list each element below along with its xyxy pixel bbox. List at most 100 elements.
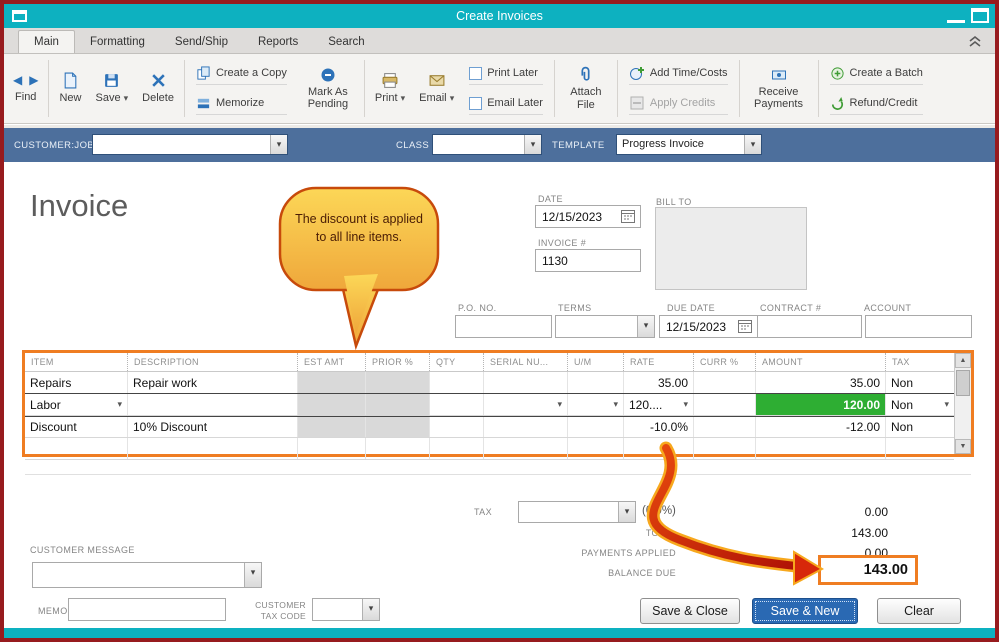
est-amt-cell[interactable] — [297, 438, 365, 459]
date-field[interactable]: 12/15/2023 — [535, 205, 641, 228]
prior-pct-cell[interactable] — [365, 416, 429, 437]
tab-formatting[interactable]: Formatting — [75, 31, 160, 53]
attach-file-button[interactable]: Attach File — [558, 54, 614, 123]
tax-cell[interactable] — [885, 438, 954, 459]
curr-pct-cell[interactable] — [693, 372, 755, 393]
prior-pct-cell[interactable] — [365, 394, 429, 415]
email-button[interactable]: Email ▾ — [412, 54, 461, 123]
minimize-button[interactable] — [947, 8, 965, 23]
class-field[interactable]: ▾ — [432, 134, 542, 155]
est-amt-cell[interactable] — [297, 372, 365, 393]
create-a-copy-button[interactable]: Create a Copy — [195, 63, 287, 85]
curr-pct-cell[interactable] — [693, 394, 755, 415]
amount-cell-highlighted[interactable]: 120.00 — [755, 394, 885, 415]
description-cell[interactable]: Repair work — [127, 372, 297, 393]
tax-cell[interactable]: Non — [885, 416, 954, 437]
terms-dropdown-caret[interactable]: ▾ — [637, 316, 654, 337]
qty-cell[interactable] — [429, 372, 483, 393]
scroll-down-icon[interactable]: ▼ — [955, 439, 971, 454]
tab-reports[interactable]: Reports — [243, 31, 313, 53]
amount-cell[interactable]: -12.00 — [755, 416, 885, 437]
memo-field[interactable] — [68, 598, 226, 621]
um-cell[interactable] — [567, 416, 623, 437]
terms-field[interactable]: ▾ — [555, 315, 655, 338]
est-amt-cell[interactable] — [297, 394, 365, 415]
tax-cell[interactable]: Non ▾ — [885, 394, 954, 415]
contract-field[interactable] — [757, 315, 862, 338]
template-field[interactable]: Progress Invoice ▾ — [616, 134, 762, 155]
rate-cell[interactable]: 35.00 — [623, 372, 693, 393]
customer-job-dropdown-caret[interactable]: ▾ — [270, 135, 287, 154]
email-later-checkbox[interactable] — [469, 96, 483, 110]
scrollbar-thumb[interactable] — [956, 370, 970, 396]
qty-cell[interactable] — [429, 416, 483, 437]
amount-cell[interactable] — [755, 438, 885, 459]
rate-dropdown-caret[interactable]: ▾ — [683, 399, 688, 410]
amount-cell[interactable]: 35.00 — [755, 372, 885, 393]
serial-cell[interactable] — [483, 416, 567, 437]
receive-payments-button[interactable]: Receive Payments — [743, 54, 815, 123]
bill-to-box[interactable] — [655, 207, 807, 290]
email-later-option[interactable]: Email Later — [469, 93, 543, 115]
rate-cell[interactable] — [623, 438, 693, 459]
curr-pct-cell[interactable] — [693, 416, 755, 437]
table-row-empty[interactable] — [25, 460, 971, 475]
description-cell[interactable]: 10% Discount — [127, 416, 297, 437]
rate-cell[interactable]: -10.0% — [623, 416, 693, 437]
tax-dropdown-caret[interactable]: ▾ — [618, 502, 635, 522]
tab-send-ship[interactable]: Send/Ship — [160, 31, 243, 53]
print-later-option[interactable]: Print Later — [469, 63, 543, 85]
due-date-field[interactable]: 12/15/2023 — [659, 315, 758, 338]
tab-main[interactable]: Main — [18, 30, 75, 53]
customer-message-field[interactable]: ▾ — [32, 562, 262, 588]
tax-dropdown-caret[interactable]: ▾ — [944, 399, 949, 410]
calendar-icon[interactable] — [737, 318, 755, 335]
serial-cell[interactable] — [483, 438, 567, 459]
print-later-checkbox[interactable] — [469, 66, 483, 80]
item-cell[interactable]: Repairs — [25, 372, 127, 393]
serial-cell[interactable] — [483, 372, 567, 393]
memorize-button[interactable]: Memorize — [195, 93, 287, 115]
description-cell[interactable] — [127, 394, 297, 415]
add-time-costs-button[interactable]: Add Time/Costs — [628, 63, 728, 85]
curr-pct-cell[interactable] — [693, 438, 755, 459]
save-and-close-button[interactable]: Save & Close — [640, 598, 740, 624]
item-cell[interactable]: Discount — [25, 416, 127, 437]
customer-tax-code-field[interactable]: ▾ — [312, 598, 380, 621]
customer-message-dropdown-caret[interactable]: ▾ — [244, 563, 261, 587]
um-cell[interactable] — [567, 372, 623, 393]
calendar-icon[interactable] — [620, 208, 638, 225]
find-button[interactable]: ◀ ▶ Find — [6, 54, 45, 123]
item-cell[interactable] — [25, 438, 127, 459]
po-no-field[interactable] — [455, 315, 552, 338]
rate-cell[interactable]: 120.... ▾ — [623, 394, 693, 415]
customer-tax-code-dropdown-caret[interactable]: ▾ — [362, 599, 379, 620]
qty-cell[interactable] — [429, 438, 483, 459]
print-button[interactable]: Print ▾ — [368, 54, 412, 123]
class-dropdown-caret[interactable]: ▾ — [524, 135, 541, 154]
invoice-number-field[interactable]: 1130 — [535, 249, 641, 272]
serial-dropdown-caret[interactable]: ▾ — [557, 399, 562, 410]
refund-credit-button[interactable]: Refund/Credit — [829, 93, 923, 115]
create-a-batch-button[interactable]: Create a Batch — [829, 63, 923, 85]
um-cell[interactable] — [567, 438, 623, 459]
serial-cell[interactable]: ▾ — [483, 394, 567, 415]
restore-button[interactable] — [971, 8, 989, 23]
um-dropdown-caret[interactable]: ▾ — [613, 399, 618, 410]
collapse-ribbon-icon[interactable] — [967, 34, 983, 48]
account-field[interactable] — [865, 315, 972, 338]
scroll-up-icon[interactable]: ▲ — [955, 353, 971, 368]
tax-field[interactable]: ▾ — [518, 501, 636, 523]
prior-pct-cell[interactable] — [365, 438, 429, 459]
delete-button[interactable]: Delete — [135, 54, 181, 123]
um-cell[interactable]: ▾ — [567, 394, 623, 415]
description-cell[interactable] — [127, 438, 297, 459]
qty-cell[interactable] — [429, 394, 483, 415]
clear-button[interactable]: Clear — [877, 598, 961, 624]
template-dropdown-caret[interactable]: ▾ — [744, 135, 761, 154]
table-scrollbar[interactable]: ▲ ▼ — [954, 353, 971, 454]
prior-pct-cell[interactable] — [365, 372, 429, 393]
tab-search[interactable]: Search — [313, 31, 379, 53]
save-button[interactable]: Save ▾ — [88, 54, 135, 123]
item-cell[interactable]: Labor ▾ — [25, 394, 127, 415]
